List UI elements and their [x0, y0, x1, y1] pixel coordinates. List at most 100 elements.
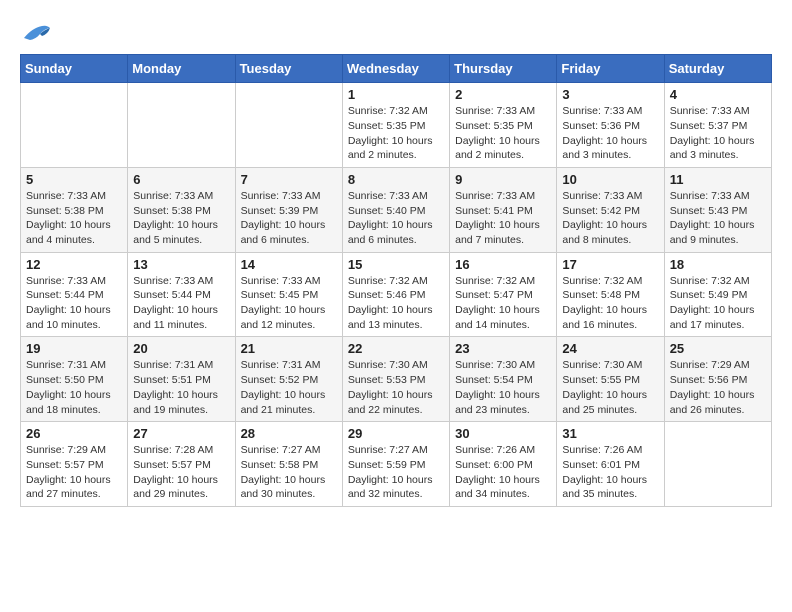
day-info: Sunrise: 7:26 AMSunset: 6:00 PMDaylight:…: [455, 443, 551, 502]
day-number: 28: [241, 426, 337, 441]
calendar-cell: 21 Sunrise: 7:31 AMSunset: 5:52 PMDayligh…: [235, 337, 342, 422]
day-number: 29: [348, 426, 444, 441]
day-of-week-header: Wednesday: [342, 55, 449, 83]
calendar-cell: 5 Sunrise: 7:33 AMSunset: 5:38 PMDaylight…: [21, 167, 128, 252]
day-info: Sunrise: 7:33 AMSunset: 5:38 PMDaylight:…: [26, 189, 122, 248]
day-number: 12: [26, 257, 122, 272]
day-number: 23: [455, 341, 551, 356]
day-number: 10: [562, 172, 658, 187]
calendar-cell: [664, 422, 771, 507]
day-info: Sunrise: 7:32 AMSunset: 5:46 PMDaylight:…: [348, 274, 444, 333]
calendar-cell: [128, 83, 235, 168]
calendar-cell: 24 Sunrise: 7:30 AMSunset: 5:55 PMDayligh…: [557, 337, 664, 422]
logo-bird-icon: [22, 20, 52, 44]
calendar-cell: 26Sunrise: 7:29 AMSunset: 5:57 PMDayligh…: [21, 422, 128, 507]
day-number: 9: [455, 172, 551, 187]
calendar-cell: 25 Sunrise: 7:29 AMSunset: 5:56 PMDayligh…: [664, 337, 771, 422]
day-number: 19: [26, 341, 122, 356]
day-info: Sunrise: 7:27 AMSunset: 5:58 PMDaylight:…: [241, 443, 337, 502]
day-info: Sunrise: 7:33 AMSunset: 5:40 PMDaylight:…: [348, 189, 444, 248]
calendar-cell: 8 Sunrise: 7:33 AMSunset: 5:40 PMDaylight…: [342, 167, 449, 252]
calendar-cell: 22 Sunrise: 7:30 AMSunset: 5:53 PMDayligh…: [342, 337, 449, 422]
calendar-cell: 11 Sunrise: 7:33 AMSunset: 5:43 PMDayligh…: [664, 167, 771, 252]
day-number: 15: [348, 257, 444, 272]
calendar-cell: 20 Sunrise: 7:31 AMSunset: 5:51 PMDayligh…: [128, 337, 235, 422]
calendar-cell: 15 Sunrise: 7:32 AMSunset: 5:46 PMDayligh…: [342, 252, 449, 337]
day-info: Sunrise: 7:33 AMSunset: 5:42 PMDaylight:…: [562, 189, 658, 248]
day-info: Sunrise: 7:33 AMSunset: 5:44 PMDaylight:…: [26, 274, 122, 333]
calendar-cell: [21, 83, 128, 168]
calendar-cell: 31 Sunrise: 7:26 AMSunset: 6:01 PMDayligh…: [557, 422, 664, 507]
day-number: 4: [670, 87, 766, 102]
page-header: [20, 20, 772, 44]
day-info: Sunrise: 7:29 AMSunset: 5:57 PMDaylight:…: [26, 443, 122, 502]
day-number: 5: [26, 172, 122, 187]
day-number: 3: [562, 87, 658, 102]
day-number: 21: [241, 341, 337, 356]
day-number: 20: [133, 341, 229, 356]
calendar-cell: 2 Sunrise: 7:33 AMSunset: 5:35 PMDaylight…: [450, 83, 557, 168]
day-info: Sunrise: 7:30 AMSunset: 5:55 PMDaylight:…: [562, 358, 658, 417]
day-number: 30: [455, 426, 551, 441]
day-number: 7: [241, 172, 337, 187]
day-number: 2: [455, 87, 551, 102]
day-number: 16: [455, 257, 551, 272]
day-number: 14: [241, 257, 337, 272]
calendar-cell: 3 Sunrise: 7:33 AMSunset: 5:36 PMDaylight…: [557, 83, 664, 168]
calendar-cell: 23Sunrise: 7:30 AMSunset: 5:54 PMDayligh…: [450, 337, 557, 422]
day-info: Sunrise: 7:33 AMSunset: 5:35 PMDaylight:…: [455, 104, 551, 163]
day-number: 31: [562, 426, 658, 441]
day-number: 6: [133, 172, 229, 187]
day-number: 17: [562, 257, 658, 272]
calendar-cell: [235, 83, 342, 168]
calendar-cell: 1 Sunrise: 7:32 AMSunset: 5:35 PMDaylight…: [342, 83, 449, 168]
calendar-cell: 27 Sunrise: 7:28 AMSunset: 5:57 PMDayligh…: [128, 422, 235, 507]
day-number: 8: [348, 172, 444, 187]
day-of-week-header: Thursday: [450, 55, 557, 83]
calendar-cell: 16 Sunrise: 7:32 AMSunset: 5:47 PMDayligh…: [450, 252, 557, 337]
calendar-cell: 6Sunrise: 7:33 AMSunset: 5:38 PMDaylight…: [128, 167, 235, 252]
calendar-cell: 29 Sunrise: 7:27 AMSunset: 5:59 PMDayligh…: [342, 422, 449, 507]
day-number: 27: [133, 426, 229, 441]
day-info: Sunrise: 7:33 AMSunset: 5:44 PMDaylight:…: [133, 274, 229, 333]
day-info: Sunrise: 7:31 AMSunset: 5:51 PMDaylight:…: [133, 358, 229, 417]
day-number: 24: [562, 341, 658, 356]
calendar-cell: 28 Sunrise: 7:27 AMSunset: 5:58 PMDayligh…: [235, 422, 342, 507]
day-info: Sunrise: 7:33 AMSunset: 5:43 PMDaylight:…: [670, 189, 766, 248]
calendar-table: SundayMondayTuesdayWednesdayThursdayFrid…: [20, 54, 772, 507]
day-number: 22: [348, 341, 444, 356]
day-info: Sunrise: 7:30 AMSunset: 5:53 PMDaylight:…: [348, 358, 444, 417]
calendar-cell: 10 Sunrise: 7:33 AMSunset: 5:42 PMDayligh…: [557, 167, 664, 252]
day-number: 11: [670, 172, 766, 187]
calendar-cell: 4 Sunrise: 7:33 AMSunset: 5:37 PMDaylight…: [664, 83, 771, 168]
day-of-week-header: Sunday: [21, 55, 128, 83]
day-info: Sunrise: 7:33 AMSunset: 5:45 PMDaylight:…: [241, 274, 337, 333]
day-of-week-header: Monday: [128, 55, 235, 83]
day-number: 18: [670, 257, 766, 272]
day-info: Sunrise: 7:32 AMSunset: 5:47 PMDaylight:…: [455, 274, 551, 333]
calendar-cell: 7 Sunrise: 7:33 AMSunset: 5:39 PMDaylight…: [235, 167, 342, 252]
day-info: Sunrise: 7:32 AMSunset: 5:49 PMDaylight:…: [670, 274, 766, 333]
calendar-cell: 9 Sunrise: 7:33 AMSunset: 5:41 PMDaylight…: [450, 167, 557, 252]
day-info: Sunrise: 7:31 AMSunset: 5:52 PMDaylight:…: [241, 358, 337, 417]
day-number: 1: [348, 87, 444, 102]
day-number: 13: [133, 257, 229, 272]
calendar-cell: 17Sunrise: 7:32 AMSunset: 5:48 PMDayligh…: [557, 252, 664, 337]
day-of-week-header: Tuesday: [235, 55, 342, 83]
day-info: Sunrise: 7:33 AMSunset: 5:37 PMDaylight:…: [670, 104, 766, 163]
day-number: 25: [670, 341, 766, 356]
day-info: Sunrise: 7:33 AMSunset: 5:36 PMDaylight:…: [562, 104, 658, 163]
logo: [20, 20, 52, 44]
day-info: Sunrise: 7:33 AMSunset: 5:39 PMDaylight:…: [241, 189, 337, 248]
day-info: Sunrise: 7:27 AMSunset: 5:59 PMDaylight:…: [348, 443, 444, 502]
calendar-cell: 13 Sunrise: 7:33 AMSunset: 5:44 PMDayligh…: [128, 252, 235, 337]
day-info: Sunrise: 7:32 AMSunset: 5:35 PMDaylight:…: [348, 104, 444, 163]
calendar-cell: 12 Sunrise: 7:33 AMSunset: 5:44 PMDayligh…: [21, 252, 128, 337]
day-info: Sunrise: 7:28 AMSunset: 5:57 PMDaylight:…: [133, 443, 229, 502]
day-info: Sunrise: 7:26 AMSunset: 6:01 PMDaylight:…: [562, 443, 658, 502]
calendar-cell: 14 Sunrise: 7:33 AMSunset: 5:45 PMDayligh…: [235, 252, 342, 337]
calendar-cell: 19Sunrise: 7:31 AMSunset: 5:50 PMDayligh…: [21, 337, 128, 422]
day-of-week-header: Saturday: [664, 55, 771, 83]
day-info: Sunrise: 7:33 AMSunset: 5:41 PMDaylight:…: [455, 189, 551, 248]
day-info: Sunrise: 7:29 AMSunset: 5:56 PMDaylight:…: [670, 358, 766, 417]
